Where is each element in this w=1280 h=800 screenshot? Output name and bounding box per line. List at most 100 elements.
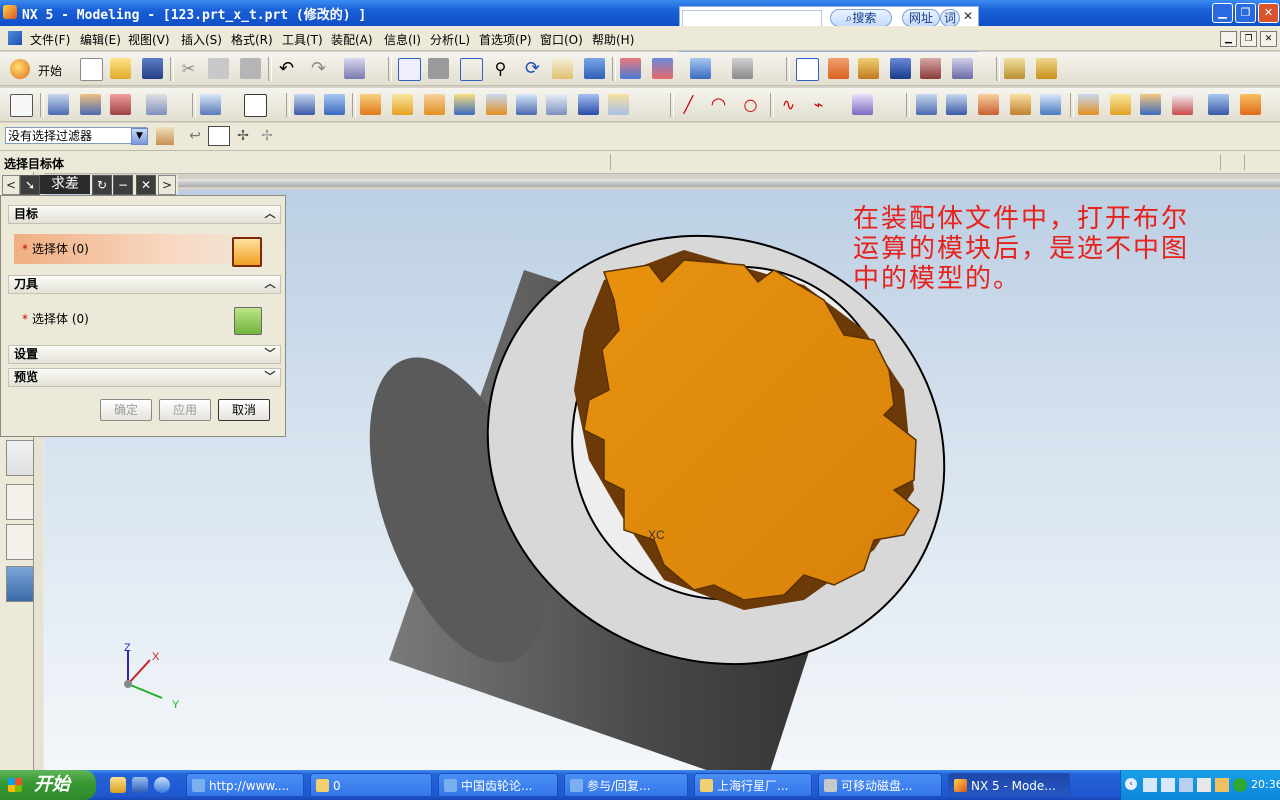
mesh-surface-icon[interactable] xyxy=(946,94,967,115)
datum-plane-icon[interactable] xyxy=(146,94,167,115)
shaded-view-icon[interactable] xyxy=(690,58,711,79)
trim-sheet-icon[interactable] xyxy=(1172,94,1193,115)
select-crosshair-icon[interactable]: ✢ xyxy=(234,127,252,145)
network-icon[interactable] xyxy=(1143,778,1157,792)
menu-file[interactable]: 文件(F) xyxy=(30,31,70,48)
trim-body-icon[interactable] xyxy=(608,94,629,115)
spline-icon[interactable]: ∿ xyxy=(778,94,799,115)
hole-icon[interactable] xyxy=(546,94,567,115)
task-button-factory[interactable]: 上海行星厂... xyxy=(694,773,812,797)
revolve-icon[interactable] xyxy=(80,94,101,115)
undo-selection-icon[interactable]: ↩ xyxy=(186,127,204,145)
rotate-icon[interactable]: ⟳ xyxy=(522,58,543,79)
redo-icon[interactable]: ↷ xyxy=(308,58,329,79)
tool-select-row[interactable]: * 选择体 (0) xyxy=(14,304,272,335)
chevron-down-icon[interactable]: ﹀ xyxy=(264,371,276,383)
wcs-origin-icon[interactable] xyxy=(796,58,819,81)
mdi-minimize-button[interactable]: ▁ xyxy=(1220,31,1237,47)
speaker-icon[interactable] xyxy=(1197,778,1211,792)
sketch-icon[interactable] xyxy=(10,94,33,117)
open-folder-icon[interactable] xyxy=(110,58,131,79)
arc-icon[interactable]: ◠ xyxy=(708,94,729,115)
face-icon[interactable] xyxy=(1208,94,1229,115)
wcs-rotate-icon[interactable] xyxy=(828,58,849,79)
quicklaunch-icon[interactable] xyxy=(132,777,148,793)
pan-icon[interactable] xyxy=(552,58,573,79)
chevron-down-icon[interactable]: ▼ xyxy=(131,128,148,145)
menu-info[interactable]: 信息(I) xyxy=(384,31,421,48)
ie-browser-icon[interactable] xyxy=(154,777,170,793)
copy-icon[interactable] xyxy=(208,58,229,79)
unite-icon[interactable] xyxy=(360,94,381,115)
general-selection-icon[interactable] xyxy=(208,126,230,146)
line-icon[interactable]: ╱ xyxy=(678,94,699,115)
pattern-icon[interactable] xyxy=(578,94,599,115)
extrude-icon[interactable] xyxy=(48,94,69,115)
sew-icon[interactable] xyxy=(1110,94,1131,115)
point-icon[interactable] xyxy=(200,94,221,115)
start-button[interactable]: 开始 xyxy=(0,770,96,800)
menu-edit[interactable]: 编辑(E) xyxy=(80,31,121,48)
offset-curve-icon[interactable]: ⌁ xyxy=(808,94,829,115)
chamfer-icon[interactable] xyxy=(486,94,507,115)
menu-tools[interactable]: 工具(T) xyxy=(282,31,323,48)
wireframe-view-icon[interactable] xyxy=(732,58,753,79)
edge-blend-icon[interactable] xyxy=(454,94,475,115)
menu-window[interactable]: 窗口(O) xyxy=(540,31,583,48)
apply-button[interactable]: 应用 xyxy=(159,399,211,421)
menu-insert[interactable]: 插入(S) xyxy=(181,31,222,48)
quick-pick-icon[interactable]: ✢ xyxy=(258,127,276,145)
mdi-close-button[interactable]: ✕ xyxy=(1260,31,1277,47)
fit-view-icon[interactable] xyxy=(398,58,421,81)
snap-point-icon[interactable] xyxy=(156,127,174,145)
select-arrow-icon[interactable]: ➘ xyxy=(20,175,40,195)
minimize-button[interactable]: ▁ xyxy=(1212,3,1233,23)
section-settings[interactable]: 设置 ﹀ xyxy=(8,345,281,364)
cancel-button[interactable]: 取消 xyxy=(218,399,270,421)
chevron-right-icon[interactable]: > xyxy=(158,175,176,195)
project-curve-icon[interactable] xyxy=(852,94,873,115)
selection-tool-icon[interactable] xyxy=(344,58,365,79)
intersect-icon[interactable] xyxy=(424,94,445,115)
save-icon[interactable] xyxy=(142,58,163,79)
shell-icon[interactable] xyxy=(516,94,537,115)
swept-surface-icon[interactable] xyxy=(978,94,999,115)
type-filter-dropdown[interactable]: 没有选择过滤器 xyxy=(5,127,147,144)
assembly-navigator-icon[interactable] xyxy=(620,58,641,79)
reuse-library-icon[interactable] xyxy=(6,484,34,520)
chevron-up-icon[interactable]: ︿ xyxy=(264,208,276,220)
task-button-removable-disk[interactable]: 可移动磁盘... xyxy=(818,773,942,797)
reset-icon[interactable]: ↻ xyxy=(92,175,112,195)
section-preview[interactable]: 预览 ﹀ xyxy=(8,368,281,387)
layer-icon[interactable] xyxy=(920,58,941,79)
wcs-dynamics-icon[interactable] xyxy=(858,58,879,79)
task-button-folder[interactable]: 0 xyxy=(310,773,432,797)
quicklaunch-icon[interactable] xyxy=(110,777,126,793)
start-menu-button[interactable]: 开始 xyxy=(38,62,62,79)
menu-analysis[interactable]: 分析(L) xyxy=(430,31,470,48)
target-select-row[interactable]: * 选择体 (0) xyxy=(14,234,272,267)
menu-assembly[interactable]: 装配(A) xyxy=(331,31,373,48)
section-tool[interactable]: 刀具 ︿ xyxy=(8,275,281,294)
dialog-close-icon[interactable]: ✕ xyxy=(136,175,156,195)
hd3d-tools-icon[interactable] xyxy=(6,440,34,476)
measure-angle-icon[interactable] xyxy=(1036,58,1057,79)
ok-button[interactable]: 确定 xyxy=(100,399,152,421)
menu-view[interactable]: 视图(V) xyxy=(128,31,170,48)
extract-icon[interactable] xyxy=(1240,94,1261,115)
bounded-plane-icon[interactable] xyxy=(1040,94,1061,115)
collapse-icon[interactable]: − xyxy=(113,175,133,195)
menu-help[interactable]: 帮助(H) xyxy=(592,31,634,48)
menu-preferences[interactable]: 首选项(P) xyxy=(479,31,532,48)
section-target[interactable]: 目标 ︿ xyxy=(8,205,281,224)
app-menu-icon[interactable] xyxy=(8,31,22,45)
user-icon[interactable] xyxy=(1215,778,1229,792)
ruled-surface-icon[interactable] xyxy=(1010,94,1031,115)
roles-icon[interactable] xyxy=(6,524,34,560)
security-shield-icon[interactable] xyxy=(1233,778,1247,792)
cube-select-icon[interactable] xyxy=(234,307,262,335)
subtract-icon[interactable] xyxy=(392,94,413,115)
task-button-forum[interactable]: 中国齿轮论... xyxy=(438,773,558,797)
mdi-restore-button[interactable]: ❐ xyxy=(1240,31,1257,47)
orient-view-icon[interactable] xyxy=(584,58,605,79)
